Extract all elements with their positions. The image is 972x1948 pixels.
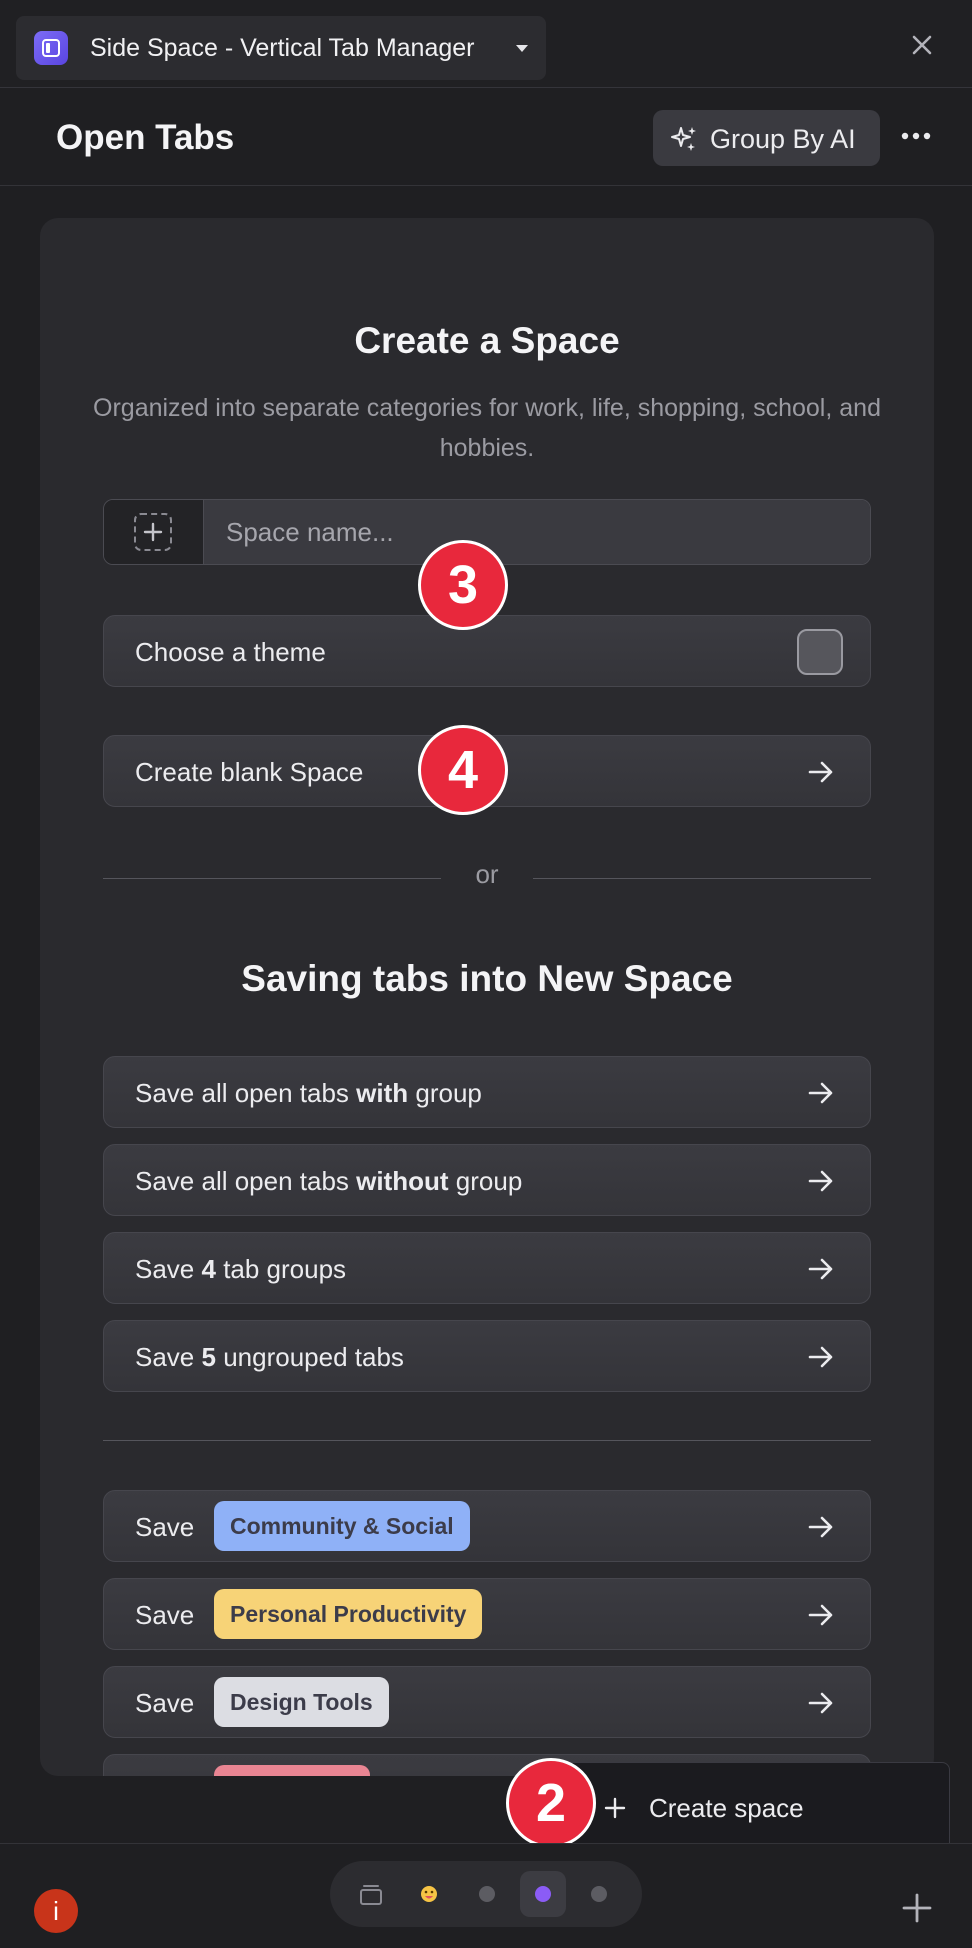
space-name-input[interactable] [204, 500, 870, 564]
save-option-label: Save all open tabs with group [135, 1078, 482, 1108]
more-horizontal-icon[interactable] [900, 128, 932, 144]
group-by-ai-button[interactable]: Group By AI [653, 110, 880, 166]
group-chip: Personal Productivity [214, 1589, 483, 1639]
add-emoji-icon [143, 522, 163, 542]
space-dot-1[interactable] [464, 1871, 510, 1917]
page-header: Open Tabs Group By AI [0, 88, 972, 186]
create-space-label: Create space [649, 1793, 804, 1823]
group-by-ai-label: Group By AI [710, 124, 856, 154]
save-all-with-group-button[interactable]: Save all open tabs with group [103, 1056, 871, 1128]
save-label: Save [135, 1688, 195, 1718]
save-all-without-group-button[interactable]: Save all open tabs without group [103, 1144, 871, 1216]
extension-selector[interactable]: Side Space - Vertical Tab Manager [16, 16, 546, 80]
group-chip: Design Tools [214, 1677, 389, 1727]
page-title: Open Tabs [56, 118, 235, 157]
step-marker-2: 2 [506, 1758, 596, 1848]
emoji-face-icon[interactable] [406, 1871, 452, 1917]
bottom-bar: i [0, 1843, 972, 1948]
create-space-tooltip[interactable]: Create space [548, 1762, 950, 1852]
save-tab-groups-button[interactable]: Save 4 tab groups [103, 1232, 871, 1304]
arrow-right-icon [808, 1516, 833, 1538]
plus-icon[interactable] [900, 1891, 934, 1925]
create-space-card: Create a Space Organized into separate c… [40, 218, 934, 1776]
theme-swatch[interactable] [797, 629, 843, 675]
create-blank-space-label: Create blank Space [135, 757, 364, 787]
window-title: Side Space - Vertical Tab Manager [90, 34, 475, 62]
space-switcher [330, 1861, 642, 1927]
create-space-title: Create a Space [354, 320, 620, 361]
arrow-right-icon [808, 1692, 833, 1714]
section-divider [103, 1440, 871, 1441]
arrow-right-icon [808, 1082, 833, 1104]
tabs-stack-icon[interactable] [348, 1871, 394, 1917]
save-option-label: Save 4 tab groups [135, 1254, 347, 1284]
info-button[interactable]: i [34, 1889, 78, 1933]
emoji-picker-button[interactable] [104, 500, 204, 564]
saving-tabs-title: Saving tabs into New Space [241, 958, 733, 999]
space-dot-2-active[interactable] [520, 1871, 566, 1917]
save-label: Save [135, 1600, 195, 1630]
side-space-panel: Side Space - Vertical Tab Manager Open T… [0, 0, 972, 1948]
save-option-label: Save all open tabs without group [135, 1166, 523, 1196]
arrow-right-icon [808, 1170, 833, 1192]
save-label: Save [135, 1512, 195, 1542]
group-chip [214, 1765, 370, 1776]
titlebar: Side Space - Vertical Tab Manager [0, 0, 972, 88]
side-space-logo-icon [34, 31, 68, 65]
save-group-design-tools-button[interactable]: Save Design Tools [103, 1666, 871, 1738]
save-option-label: Save 5 ungrouped tabs [135, 1342, 404, 1372]
arrow-right-icon [808, 1604, 833, 1626]
space-dot-3[interactable] [576, 1871, 622, 1917]
or-separator: or [475, 859, 499, 889]
sparkles-icon [671, 127, 696, 151]
create-space-description: Organized into separate categories for w… [93, 394, 881, 462]
arrow-right-icon [808, 1346, 833, 1368]
arrow-right-icon [808, 1258, 833, 1280]
close-icon[interactable] [905, 28, 939, 62]
step-marker-3: 3 [418, 540, 508, 630]
save-group-productivity-button[interactable]: Save Personal Productivity [103, 1578, 871, 1650]
plus-icon [604, 1797, 626, 1819]
save-ungrouped-tabs-button[interactable]: Save 5 ungrouped tabs [103, 1320, 871, 1392]
dot-icon [591, 1886, 607, 1902]
arrow-right-icon [808, 761, 833, 783]
step-marker-4: 4 [418, 725, 508, 815]
choose-theme-button[interactable]: Choose a theme [103, 615, 871, 687]
save-group-community-button[interactable]: Save Community & Social [103, 1490, 871, 1562]
choose-theme-label: Choose a theme [135, 637, 326, 667]
dot-icon [535, 1886, 551, 1902]
caret-down-icon[interactable] [514, 41, 530, 57]
group-chip: Community & Social [214, 1501, 470, 1551]
dot-icon [479, 1886, 495, 1902]
